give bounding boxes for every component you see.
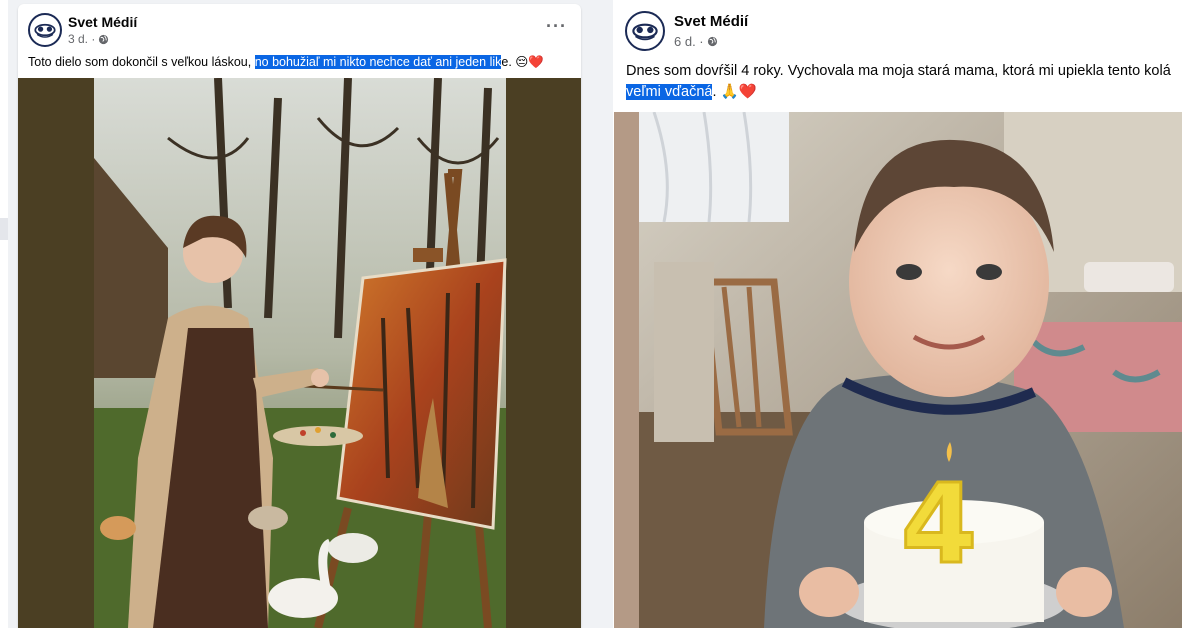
- post-caption: Dnes som dovŕšil 4 roky. Vychovala ma mo…: [626, 61, 1182, 103]
- birthday-candle-number: 4: [901, 460, 978, 588]
- post-caption: Toto dielo som dokončil s veľkou láskou,…: [28, 54, 544, 70]
- author-name[interactable]: Svet Médií: [674, 13, 748, 30]
- painting-scene-image: [18, 78, 581, 628]
- sidebar-card-edge: [0, 240, 8, 628]
- post-photo[interactable]: [18, 78, 581, 628]
- sidebar-card-edge: [0, 0, 8, 218]
- globe-icon: [99, 34, 109, 44]
- author-avatar[interactable]: [625, 11, 665, 51]
- post-card-2: Svet Médií 6 d. · Dnes som dovŕšil 4 rok…: [613, 0, 1182, 628]
- globe-icon: [707, 36, 717, 47]
- caption-selected-text: veľmi vďačná: [626, 84, 713, 100]
- post-timestamp[interactable]: 3 d. ·: [68, 32, 109, 46]
- post-photo[interactable]: 4: [614, 112, 1182, 628]
- caption-text-end: .: [712, 84, 721, 100]
- feed-gap: [585, 0, 609, 628]
- author-name[interactable]: Svet Médií: [68, 14, 137, 30]
- caption-emoji: 😔❤️: [515, 54, 544, 69]
- more-options-icon[interactable]: ···: [546, 16, 567, 37]
- caption-emoji: 🙏❤️: [720, 84, 757, 100]
- boy-birthday-image: 4: [614, 112, 1182, 628]
- svet-medii-logo-icon: [31, 16, 59, 44]
- post-card-1: Svet Médií 3 d. · ··· Toto dielo som dok…: [18, 4, 581, 628]
- caption-text-end: e.: [501, 55, 516, 69]
- caption-line-1: Dnes som dovŕšil 4 roky. Vychovala ma mo…: [626, 63, 1171, 79]
- post-timestamp[interactable]: 6 d. ·: [674, 34, 718, 49]
- caption-text: Toto dielo som dokončil s veľkou láskou,: [28, 55, 255, 69]
- timestamp-text: 3 d. ·: [68, 32, 96, 46]
- author-avatar[interactable]: [28, 13, 62, 47]
- svet-medii-logo-icon: [629, 15, 661, 47]
- timestamp-text: 6 d. ·: [674, 34, 704, 49]
- caption-selected-text: no bohužiaľ mi nikto nechce dať ani jede…: [254, 55, 502, 69]
- left-sidebar-edge: [0, 0, 8, 628]
